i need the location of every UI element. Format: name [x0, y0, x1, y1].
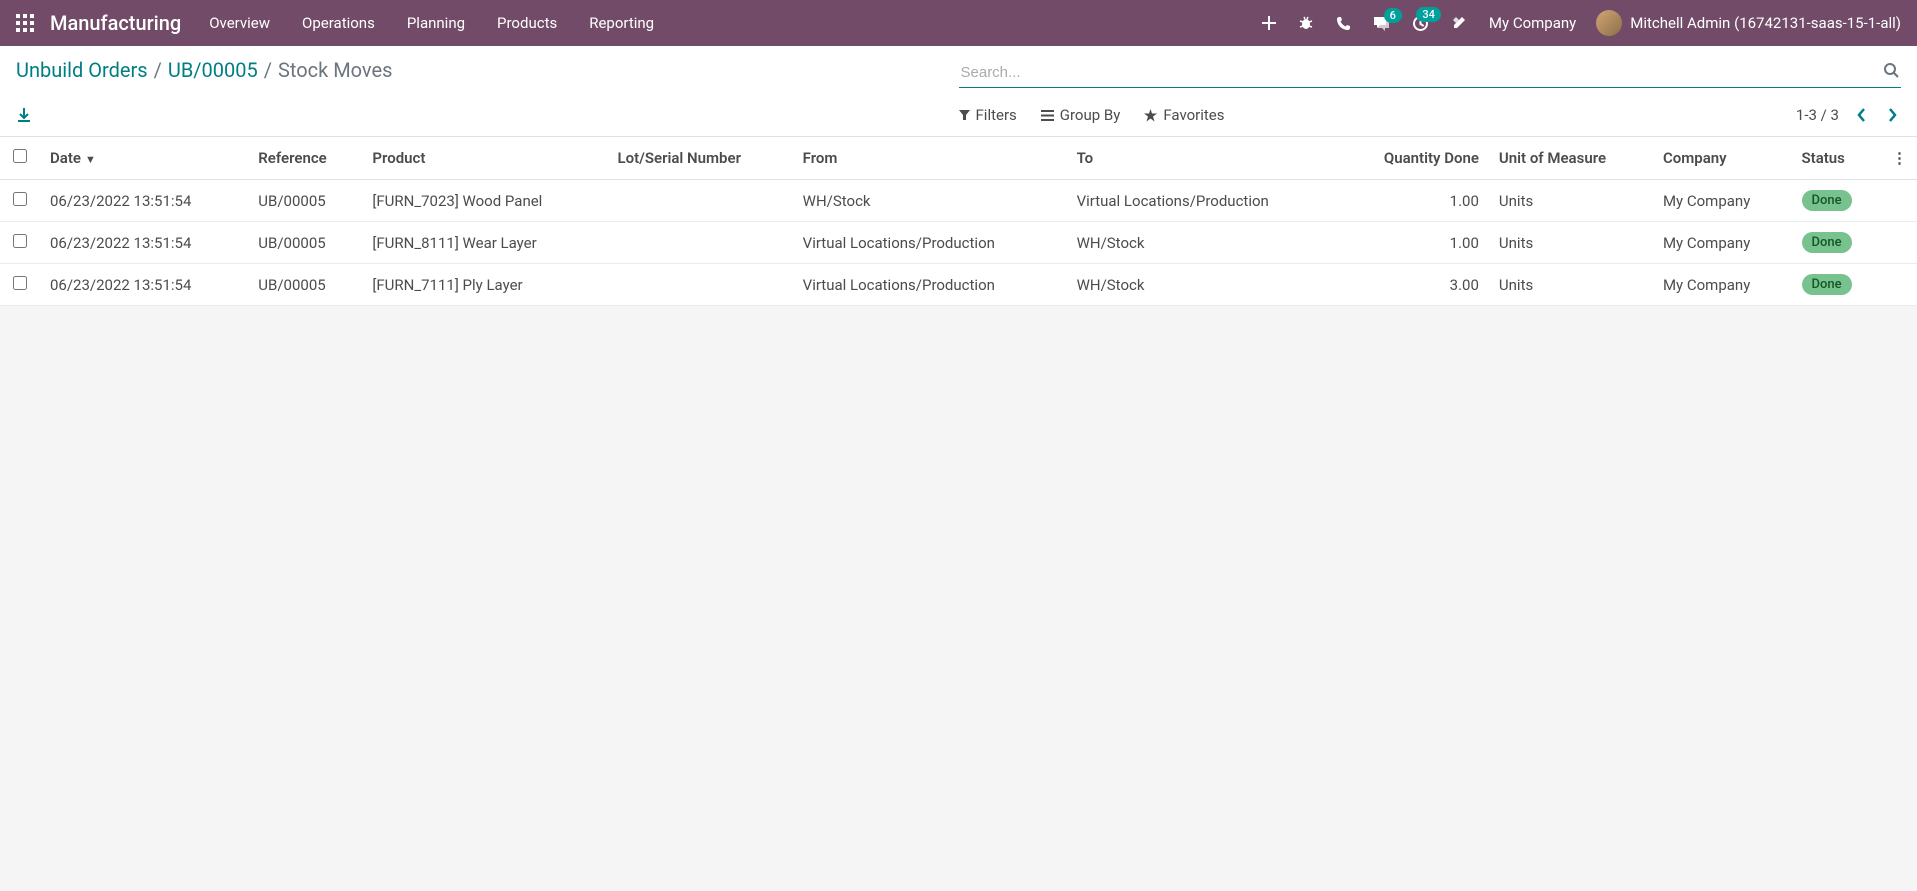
- systray: 6 34: [1262, 15, 1467, 32]
- cell-lot: [608, 264, 793, 306]
- row-checkbox[interactable]: [13, 192, 27, 206]
- avatar: [1596, 10, 1622, 36]
- breadcrumb-root[interactable]: Unbuild Orders: [16, 58, 148, 82]
- groupby-dropdown[interactable]: Group By: [1041, 106, 1121, 124]
- th-to[interactable]: To: [1067, 137, 1341, 180]
- cell-qty: 3.00: [1341, 264, 1489, 306]
- cell-uom: Units: [1489, 222, 1653, 264]
- plus-icon[interactable]: [1262, 16, 1276, 30]
- select-all-checkbox[interactable]: [13, 149, 27, 163]
- menu-planning[interactable]: Planning: [407, 14, 465, 32]
- user-name: Mitchell Admin (16742131-saas-15-1-all): [1630, 14, 1901, 32]
- cell-product: [FURN_7023] Wood Panel: [362, 180, 607, 222]
- star-icon: [1144, 109, 1157, 122]
- th-from[interactable]: From: [793, 137, 1067, 180]
- menu-operations[interactable]: Operations: [302, 14, 375, 32]
- th-qty[interactable]: Quantity Done: [1341, 137, 1489, 180]
- cell-qty: 1.00: [1341, 180, 1489, 222]
- apps-icon[interactable]: [16, 14, 34, 32]
- breadcrumb-parent[interactable]: UB/00005: [168, 58, 258, 82]
- th-product[interactable]: Product: [362, 137, 607, 180]
- tools-icon[interactable]: [1451, 15, 1467, 31]
- table-header-row: Date▼ Reference Product Lot/Serial Numbe…: [0, 137, 1917, 180]
- status-badge: Done: [1802, 274, 1852, 295]
- table-row[interactable]: 06/23/2022 13:51:54UB/00005[FURN_7023] W…: [0, 180, 1917, 222]
- cell-date: 06/23/2022 13:51:54: [40, 264, 248, 306]
- th-status[interactable]: Status: [1792, 137, 1883, 180]
- cell-company: My Company: [1653, 264, 1792, 306]
- filter-icon: [959, 110, 970, 121]
- filters-bar: Filters Group By Favorites 1-3 / 3: [959, 104, 1902, 126]
- cell-product: [FURN_7111] Ply Layer: [362, 264, 607, 306]
- caret-down-icon: ▼: [85, 153, 96, 166]
- row-checkbox[interactable]: [13, 234, 27, 248]
- company-switcher[interactable]: My Company: [1489, 14, 1576, 32]
- cell-date: 06/23/2022 13:51:54: [40, 180, 248, 222]
- main-navbar: Manufacturing Overview Operations Planni…: [0, 0, 1917, 46]
- cell-date: 06/23/2022 13:51:54: [40, 222, 248, 264]
- th-uom[interactable]: Unit of Measure: [1489, 137, 1653, 180]
- control-panel: Unbuild Orders / UB/00005 / Stock Moves …: [0, 46, 1917, 137]
- activities-icon[interactable]: 34: [1412, 15, 1429, 32]
- breadcrumb-current: Stock Moves: [278, 58, 392, 82]
- search-icon[interactable]: [1883, 62, 1899, 78]
- cell-reference: UB/00005: [248, 222, 362, 264]
- table-row[interactable]: 06/23/2022 13:51:54UB/00005[FURN_7111] P…: [0, 264, 1917, 306]
- menu-overview[interactable]: Overview: [209, 14, 270, 32]
- user-menu[interactable]: Mitchell Admin (16742131-saas-15-1-all): [1596, 10, 1901, 36]
- cell-reference: UB/00005: [248, 264, 362, 306]
- cell-uom: Units: [1489, 180, 1653, 222]
- menu-products[interactable]: Products: [497, 14, 557, 32]
- cell-qty: 1.00: [1341, 222, 1489, 264]
- phone-icon[interactable]: [1336, 16, 1351, 31]
- list-view: Date▼ Reference Product Lot/Serial Numbe…: [0, 137, 1917, 306]
- menu-reporting[interactable]: Reporting: [589, 14, 654, 32]
- list-icon: [1041, 110, 1054, 121]
- th-date[interactable]: Date▼: [40, 137, 248, 180]
- cell-to: WH/Stock: [1067, 222, 1341, 264]
- favorites-dropdown[interactable]: Favorites: [1144, 106, 1224, 124]
- app-title[interactable]: Manufacturing: [50, 11, 181, 35]
- th-reference[interactable]: Reference: [248, 137, 362, 180]
- cell-status: Done: [1792, 264, 1883, 306]
- cell-from: Virtual Locations/Production: [793, 264, 1067, 306]
- pager: 1-3 / 3: [1796, 104, 1901, 126]
- table-row[interactable]: 06/23/2022 13:51:54UB/00005[FURN_8111] W…: [0, 222, 1917, 264]
- pager-text[interactable]: 1-3 / 3: [1796, 106, 1839, 124]
- cell-status: Done: [1792, 180, 1883, 222]
- main-menu: Overview Operations Planning Products Re…: [209, 14, 654, 32]
- messages-icon[interactable]: 6: [1373, 16, 1390, 31]
- search-input[interactable]: [959, 58, 1902, 88]
- cell-status: Done: [1792, 222, 1883, 264]
- cell-uom: Units: [1489, 264, 1653, 306]
- cell-product: [FURN_8111] Wear Layer: [362, 222, 607, 264]
- status-badge: Done: [1802, 232, 1852, 253]
- cell-company: My Company: [1653, 222, 1792, 264]
- activities-badge: 34: [1416, 7, 1441, 22]
- filters-dropdown[interactable]: Filters: [959, 106, 1017, 124]
- cell-reference: UB/00005: [248, 180, 362, 222]
- th-company[interactable]: Company: [1653, 137, 1792, 180]
- cell-company: My Company: [1653, 180, 1792, 222]
- export-button[interactable]: [16, 107, 32, 123]
- messages-badge: 6: [1384, 8, 1402, 23]
- cell-from: Virtual Locations/Production: [793, 222, 1067, 264]
- breadcrumb: Unbuild Orders / UB/00005 / Stock Moves: [16, 58, 392, 82]
- row-checkbox[interactable]: [13, 276, 27, 290]
- pager-next[interactable]: [1884, 104, 1901, 126]
- cell-lot: [608, 180, 793, 222]
- search-wrap: [959, 58, 1902, 88]
- bug-icon[interactable]: [1298, 15, 1314, 31]
- cell-from: WH/Stock: [793, 180, 1067, 222]
- th-lot[interactable]: Lot/Serial Number: [608, 137, 793, 180]
- column-options-icon[interactable]: ⋮: [1882, 137, 1917, 180]
- cell-lot: [608, 222, 793, 264]
- pager-prev[interactable]: [1853, 104, 1870, 126]
- cell-to: WH/Stock: [1067, 264, 1341, 306]
- cell-to: Virtual Locations/Production: [1067, 180, 1341, 222]
- status-badge: Done: [1802, 190, 1852, 211]
